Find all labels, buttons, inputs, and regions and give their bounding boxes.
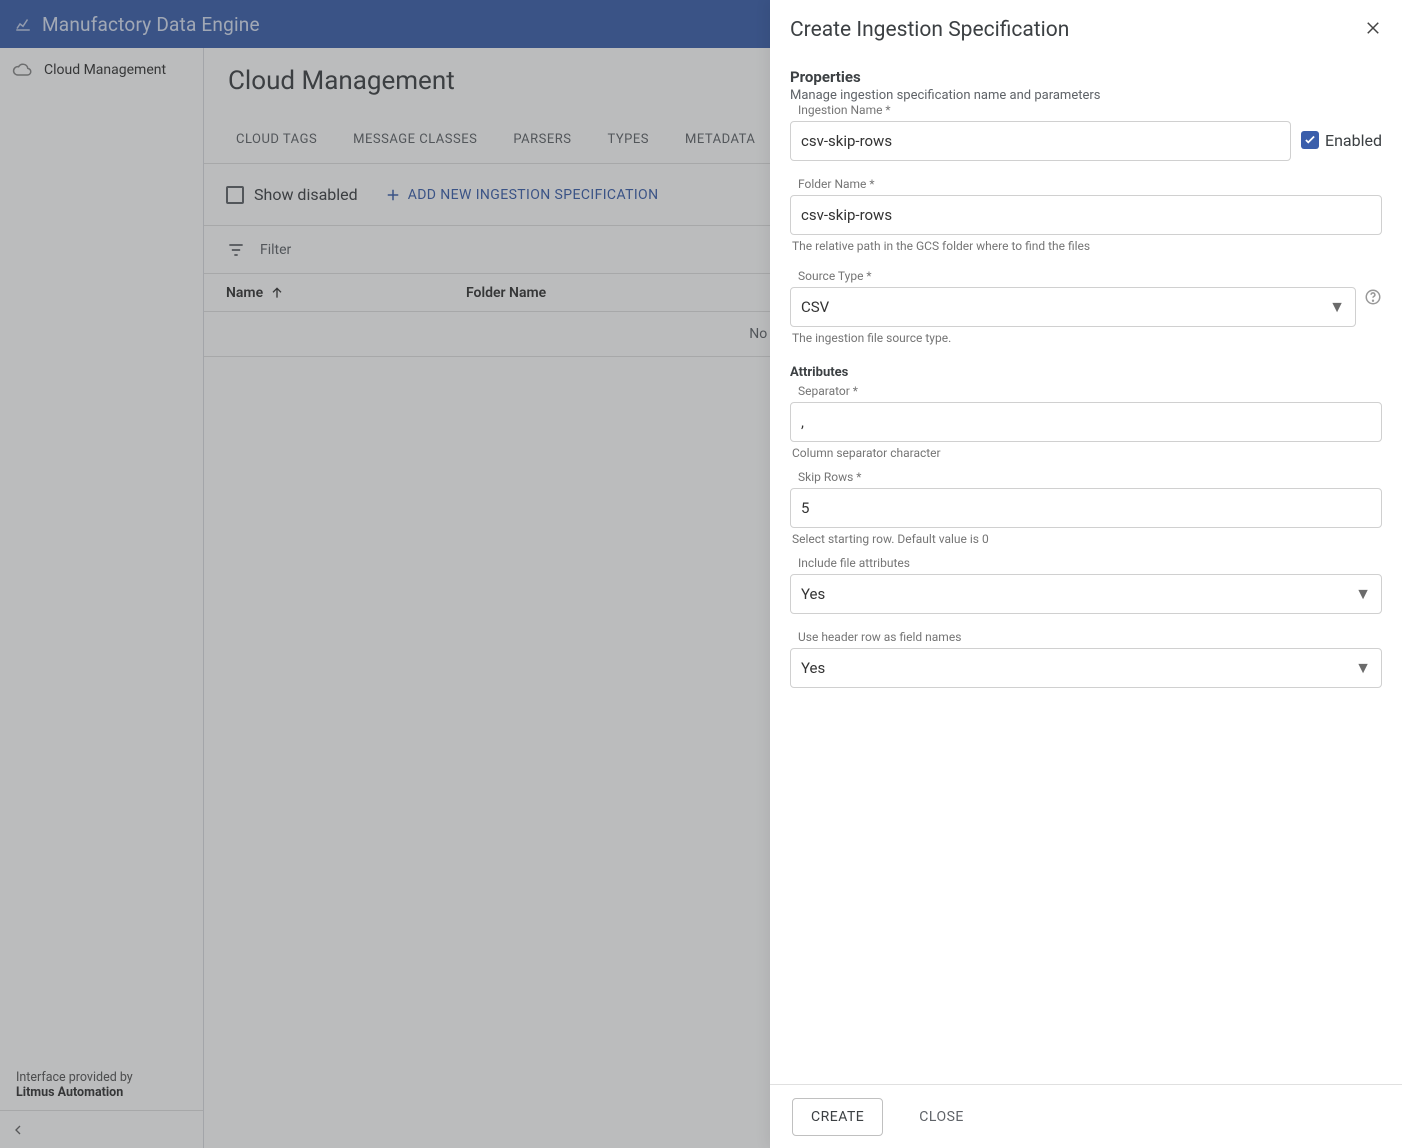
source-type-select[interactable]: ▼ <box>790 287 1356 327</box>
source-type-hint: The ingestion file source type. <box>792 331 1356 345</box>
source-type-label: Source Type * <box>798 269 1356 283</box>
properties-section-title: Properties <box>790 68 1382 86</box>
separator-input[interactable] <box>801 413 1371 431</box>
help-circle-icon <box>1364 288 1382 306</box>
ingestion-spec-drawer: Create Ingestion Specification Propertie… <box>770 0 1402 1148</box>
close-icon <box>1364 19 1382 37</box>
use-header-label: Use header row as field names <box>798 630 1382 644</box>
folder-name-label: Folder Name * <box>798 177 1382 191</box>
use-header-value <box>801 659 1355 677</box>
ingestion-name-label: Ingestion Name * <box>798 103 1291 117</box>
skip-rows-label: Skip Rows * <box>798 470 1382 484</box>
enabled-label: Enabled <box>1325 131 1382 150</box>
drawer-body: Properties Manage ingestion specificatio… <box>770 54 1402 1084</box>
include-file-attrs-label: Include file attributes <box>798 556 1382 570</box>
include-file-attrs-select[interactable]: ▼ <box>790 574 1382 614</box>
use-header-select[interactable]: ▼ <box>790 648 1382 688</box>
source-type-value <box>801 298 1329 316</box>
attributes-section-title: Attributes <box>790 365 1382 380</box>
close-button[interactable] <box>1364 19 1382 41</box>
caret-down-icon: ▼ <box>1355 584 1371 604</box>
close-button-footer[interactable]: CLOSE <box>901 1099 982 1135</box>
create-button[interactable]: CREATE <box>792 1098 883 1136</box>
properties-section-subtitle: Manage ingestion specification name and … <box>790 88 1382 103</box>
checkbox-checked-icon <box>1301 131 1319 149</box>
caret-down-icon: ▼ <box>1329 297 1345 317</box>
drawer-header: Create Ingestion Specification <box>770 0 1402 54</box>
separator-hint: Column separator character <box>792 446 1382 460</box>
separator-label: Separator * <box>798 384 1382 398</box>
source-type-help[interactable] <box>1364 288 1382 310</box>
drawer-footer: CREATE CLOSE <box>770 1084 1402 1148</box>
ingestion-name-input[interactable] <box>801 132 1280 150</box>
drawer-title: Create Ingestion Specification <box>790 18 1069 42</box>
caret-down-icon: ▼ <box>1355 658 1371 678</box>
skip-rows-hint: Select starting row. Default value is 0 <box>792 532 1382 546</box>
folder-name-input[interactable] <box>801 206 1371 224</box>
enabled-checkbox[interactable]: Enabled <box>1301 131 1382 150</box>
folder-name-hint: The relative path in the GCS folder wher… <box>792 239 1382 253</box>
include-file-attrs-value <box>801 585 1355 603</box>
skip-rows-input[interactable] <box>801 499 1371 517</box>
